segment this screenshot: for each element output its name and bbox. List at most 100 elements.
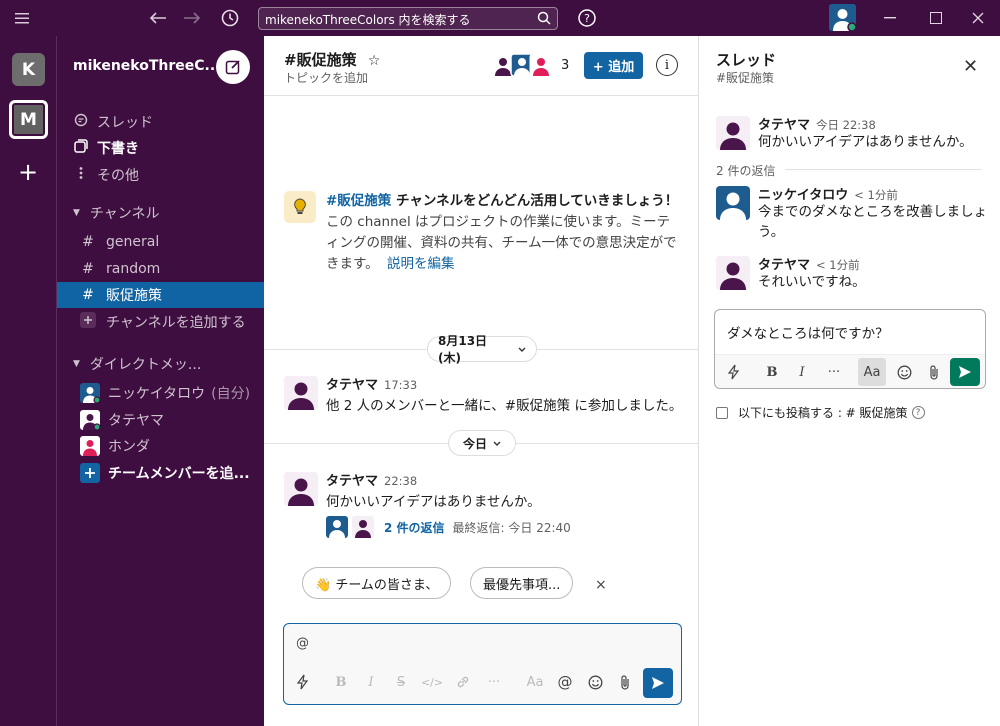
- minimize-icon[interactable]: [878, 6, 902, 30]
- dm-label: タテヤマ: [108, 413, 164, 429]
- message-author[interactable]: タテヤマ: [326, 378, 378, 393]
- close-suggestions-icon[interactable]: ×: [595, 577, 607, 593]
- sidebar-item-hansoku[interactable]: # 販促施策: [57, 282, 264, 308]
- add-workspace-button[interactable]: +: [18, 158, 38, 186]
- italic-icon[interactable]: I: [791, 362, 813, 382]
- search-input[interactable]: mikenekoThreeColors 内を検索する: [258, 7, 558, 30]
- send-button[interactable]: [950, 358, 980, 386]
- star-icon[interactable]: ☆: [368, 53, 381, 69]
- dm-item-nikkei[interactable]: ニッケイタロウ (自分): [57, 380, 264, 406]
- intro-channel-link[interactable]: #販促施策: [326, 193, 391, 209]
- reply-count[interactable]: 2 件の返信: [384, 519, 445, 536]
- dm-section-header[interactable]: ▼ ダイレクトメッ...: [73, 354, 201, 374]
- ellipsis-icon[interactable]: ···: [483, 672, 505, 692]
- dm-item-tateyama[interactable]: タテヤマ: [57, 407, 264, 433]
- workspace-name[interactable]: mikenekoThreeC...: [73, 58, 238, 74]
- message-time[interactable]: 22:38: [384, 474, 417, 488]
- intro-text: #販促施策 チャンネルをどんどん活用していきましょう！ この channel は…: [326, 191, 681, 275]
- bold-icon[interactable]: B: [761, 362, 783, 382]
- format-icon[interactable]: Aa: [858, 358, 886, 386]
- lightning-icon[interactable]: [292, 672, 314, 692]
- close-window-icon[interactable]: [966, 6, 990, 30]
- send-button[interactable]: [643, 668, 673, 698]
- date-pill[interactable]: 今日: [448, 430, 516, 456]
- message-time[interactable]: < 1分前: [816, 258, 860, 272]
- message-composer[interactable]: @ B I S </> ··· Aa @: [283, 623, 682, 705]
- link-icon[interactable]: [452, 672, 474, 692]
- user-avatar[interactable]: [829, 4, 856, 31]
- message-author[interactable]: タテヤマ: [758, 118, 810, 133]
- intro-title-rest: チャンネルをどんどん活用していきましょう！: [391, 193, 679, 209]
- message-header: タテヤマ 22:38: [326, 470, 417, 489]
- lightning-icon[interactable]: [723, 362, 745, 382]
- member-avatars[interactable]: [491, 53, 553, 78]
- format-icon[interactable]: Aa: [524, 672, 546, 692]
- date-label: 今日: [462, 436, 487, 451]
- sidebar-item-drafts[interactable]: 下書き: [57, 135, 264, 161]
- emoji-icon[interactable]: [893, 362, 915, 382]
- sidebar-item-threads[interactable]: スレッド: [57, 109, 264, 135]
- attach-icon[interactable]: [614, 672, 636, 692]
- back-arrow-icon[interactable]: [146, 6, 170, 30]
- dm-item-honda[interactable]: ホンダ: [57, 433, 264, 459]
- suggestion-chip[interactable]: 👋 チームの皆さま、: [302, 567, 452, 599]
- info-icon[interactable]: i: [656, 54, 678, 76]
- member-count[interactable]: 3: [561, 58, 569, 73]
- sidebar-item-general[interactable]: # general: [57, 229, 264, 255]
- also-post-checkbox[interactable]: [716, 406, 728, 419]
- workspace-k[interactable]: K: [12, 53, 45, 86]
- threads-icon: [73, 113, 89, 131]
- help-icon[interactable]: ?: [575, 6, 599, 30]
- message-time[interactable]: < 1分前: [854, 188, 898, 202]
- italic-icon[interactable]: I: [360, 672, 382, 692]
- also-post-label: 以下にも投稿する : # 販促施策: [738, 406, 908, 420]
- bold-icon[interactable]: B: [330, 672, 352, 692]
- channels-section-header[interactable]: ▼ チャンネル: [73, 203, 160, 223]
- menu-icon[interactable]: [10, 6, 34, 30]
- also-post-option[interactable]: 以下にも投稿する : # 販促施策 ?: [716, 404, 925, 421]
- avatar[interactable]: [716, 256, 750, 290]
- thread-composer-input[interactable]: ダメなところは何ですか？: [727, 322, 889, 342]
- avatar[interactable]: [716, 186, 750, 220]
- message-author[interactable]: タテヤマ: [326, 474, 378, 489]
- avatar[interactable]: [716, 116, 750, 150]
- code-icon[interactable]: </>: [421, 672, 443, 692]
- edit-description-link[interactable]: 説明を編集: [387, 256, 455, 272]
- date-pill[interactable]: 8月13日 (木): [427, 334, 537, 365]
- composer-input[interactable]: @: [296, 636, 309, 651]
- avatar[interactable]: [284, 472, 318, 506]
- add-channel-button[interactable]: チャンネルを追加する: [57, 309, 264, 335]
- maximize-icon[interactable]: [924, 6, 948, 30]
- thread-composer[interactable]: ダメなところは何ですか？ B I ··· Aa: [714, 309, 986, 389]
- ellipsis-icon[interactable]: ···: [823, 362, 845, 382]
- message-author[interactable]: タテヤマ: [758, 258, 810, 273]
- compose-button[interactable]: [216, 50, 250, 84]
- suggestion-chip[interactable]: 最優先事項...: [470, 567, 574, 599]
- channel-topic[interactable]: トピックを追加: [284, 69, 368, 86]
- date-label: 8月13日 (木): [438, 334, 488, 365]
- close-icon[interactable]: ✕: [963, 56, 978, 77]
- thread-replies-link[interactable]: 2 件の返信 最終返信: 今日 22:40: [326, 516, 571, 538]
- workspace-letter: M: [20, 109, 37, 130]
- sidebar-item-more[interactable]: その他: [57, 162, 264, 188]
- message-time[interactable]: 17:33: [384, 378, 417, 392]
- strike-icon[interactable]: S: [390, 672, 412, 692]
- sidebar-item-random[interactable]: # random: [57, 256, 264, 282]
- title-bar: mikenekoThreeColors 内を検索する ?: [0, 0, 1000, 36]
- thread-channel-link[interactable]: #販促施策: [716, 69, 774, 86]
- mention-icon[interactable]: @: [554, 672, 576, 692]
- workspace-m[interactable]: M: [9, 100, 48, 139]
- message-author[interactable]: ニッケイタロウ: [758, 188, 848, 203]
- add-member-button[interactable]: チームメンバーを追...: [57, 460, 264, 486]
- avatar[interactable]: [284, 376, 318, 410]
- forward-arrow-icon[interactable]: [180, 6, 204, 30]
- message-time[interactable]: 今日 22:38: [816, 118, 876, 132]
- emoji-icon[interactable]: [584, 672, 606, 692]
- attach-icon[interactable]: [923, 362, 945, 382]
- message-body: 何かいいアイデアはありませんか。: [758, 134, 973, 150]
- channel-label: 販促施策: [106, 288, 162, 304]
- help-icon[interactable]: ?: [911, 406, 925, 419]
- add-member-header-button[interactable]: + 追加: [584, 52, 643, 79]
- history-icon[interactable]: [218, 6, 242, 30]
- channel-title[interactable]: #販促施策 ☆: [284, 49, 380, 70]
